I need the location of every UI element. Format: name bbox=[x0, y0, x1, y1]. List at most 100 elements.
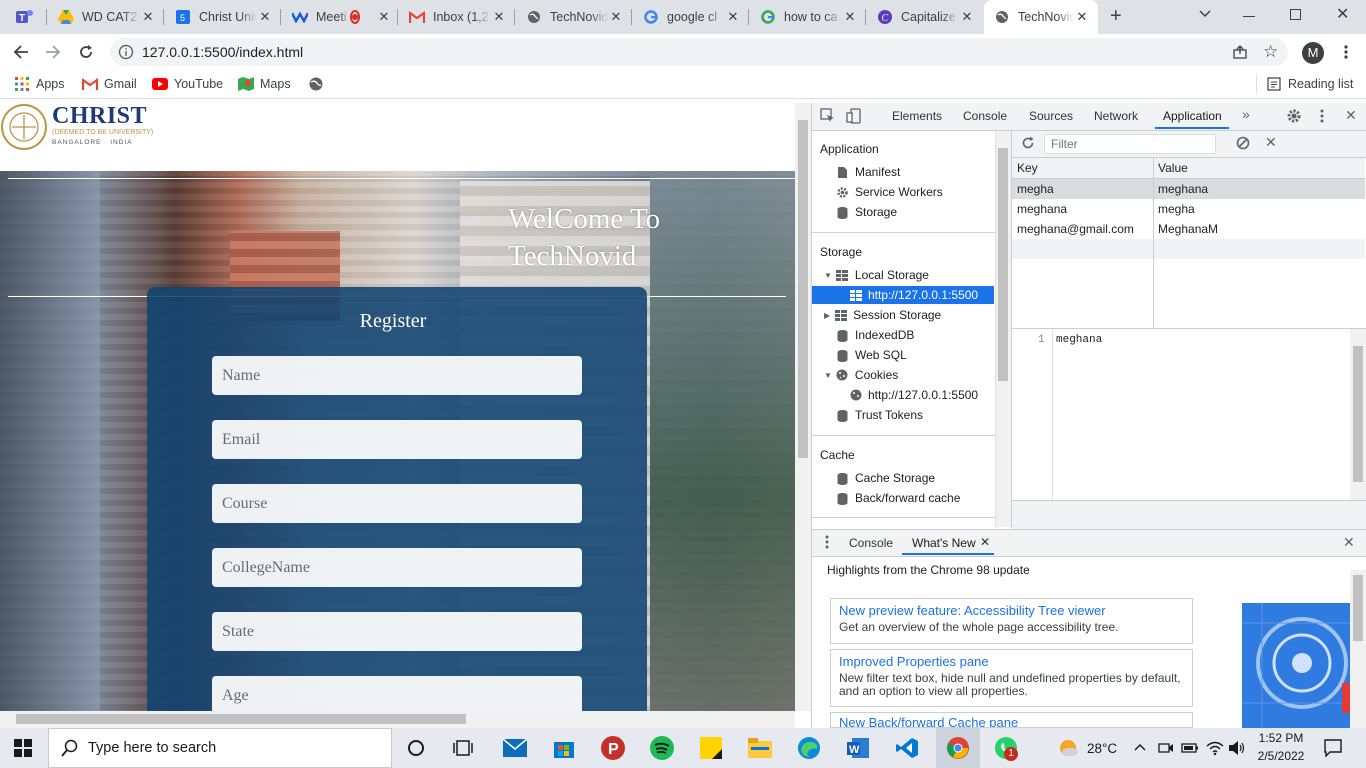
volume-icon[interactable] bbox=[1228, 740, 1246, 756]
close-tab-icon[interactable]: ✕ bbox=[1074, 9, 1090, 25]
tab-how-to-ca[interactable]: how to ca ✕ bbox=[750, 0, 866, 34]
devtools-tab-sources[interactable]: Sources bbox=[1029, 109, 1073, 123]
close-tab-icon[interactable]: ✕ bbox=[491, 9, 507, 25]
clock-date[interactable]: 2/5/2022 bbox=[1252, 749, 1310, 763]
weather-icon[interactable] bbox=[1058, 738, 1078, 758]
devtools-tab-application[interactable]: Application bbox=[1163, 109, 1222, 123]
sidebar-item-session-storage[interactable]: ▶ Session Storage bbox=[824, 308, 941, 322]
clock-time[interactable]: 1:52 PM bbox=[1256, 731, 1306, 745]
close-tab-icon[interactable]: ✕ bbox=[140, 9, 156, 25]
sticky-notes-icon[interactable] bbox=[698, 735, 724, 761]
battery-icon[interactable] bbox=[1181, 741, 1199, 755]
whats-new-card[interactable]: New preview feature: Accessibility Tree … bbox=[830, 598, 1193, 644]
vscode-icon[interactable] bbox=[894, 735, 920, 761]
name-field[interactable] bbox=[212, 356, 582, 395]
college-name-field[interactable] bbox=[212, 548, 582, 587]
close-tab-icon[interactable]: ✕ bbox=[842, 9, 858, 25]
column-header-value[interactable]: Value bbox=[1158, 161, 1188, 175]
bookmark-maps[interactable]: Maps bbox=[238, 76, 291, 92]
close-window-button[interactable]: ✕ bbox=[1336, 4, 1349, 24]
delete-selected-icon[interactable]: ✕ bbox=[1265, 134, 1277, 151]
close-tab-icon[interactable]: ✕ bbox=[608, 9, 624, 25]
sidebar-item-local-origin[interactable]: http://127.0.0.1:5500 bbox=[849, 288, 978, 302]
card-title-link[interactable]: New Back/forward Cache pane bbox=[839, 715, 1184, 727]
word-icon[interactable]: W bbox=[845, 735, 871, 761]
sidebar-item-cache-storage[interactable]: Cache Storage bbox=[836, 471, 935, 485]
device-toolbar-icon[interactable] bbox=[846, 108, 862, 124]
inspect-element-icon[interactable] bbox=[820, 108, 836, 124]
whats-new-card[interactable]: New Back/forward Cache pane bbox=[830, 712, 1193, 728]
close-tab-icon[interactable]: ✕ bbox=[376, 9, 392, 25]
close-tab-icon[interactable]: ✕ bbox=[257, 9, 273, 25]
spotify-icon[interactable] bbox=[649, 735, 675, 761]
wifi-icon[interactable] bbox=[1206, 740, 1224, 756]
mail-icon[interactable] bbox=[502, 735, 528, 761]
bookmark-youtube[interactable]: YouTube bbox=[152, 76, 223, 92]
course-field[interactable] bbox=[212, 484, 582, 523]
reload-button[interactable] bbox=[77, 43, 95, 61]
site-info-icon[interactable] bbox=[118, 44, 134, 60]
sidebar-item-manifest[interactable]: Manifest bbox=[836, 165, 900, 179]
file-explorer-icon[interactable] bbox=[747, 735, 773, 761]
tab-search-icon[interactable] bbox=[1198, 6, 1212, 20]
tab-inbox[interactable]: Inbox (1,2 ✕ bbox=[399, 0, 515, 34]
close-drawer-icon[interactable]: ✕ bbox=[1343, 534, 1355, 551]
more-tabs-icon[interactable]: » bbox=[1242, 106, 1250, 122]
devtools-tab-console[interactable]: Console bbox=[963, 109, 1007, 123]
drawer-tab-console[interactable]: Console bbox=[849, 536, 893, 550]
age-field[interactable] bbox=[212, 676, 582, 711]
tab-capitalize[interactable]: C Capitalize ✕ bbox=[867, 0, 983, 34]
show-hidden-icons-chevron-icon[interactable] bbox=[1133, 740, 1147, 754]
drawer-menu-icon[interactable] bbox=[825, 535, 829, 549]
forward-button[interactable] bbox=[44, 43, 62, 61]
windows-start-icon[interactable] bbox=[14, 739, 32, 757]
close-tab-icon[interactable]: ✕ bbox=[959, 9, 975, 25]
filter-input[interactable] bbox=[1044, 134, 1216, 154]
globe-icon[interactable] bbox=[308, 76, 324, 92]
new-tab-button[interactable]: + bbox=[1110, 6, 1130, 26]
chrome-update-thumbnail[interactable] bbox=[1242, 603, 1350, 728]
clear-all-icon[interactable] bbox=[1236, 136, 1250, 150]
card-title-link[interactable]: Improved Properties pane bbox=[839, 654, 1184, 669]
sidebar-item-trust-tokens[interactable]: Trust Tokens bbox=[836, 408, 923, 422]
sidebar-item-back-forward-cache[interactable]: Back/forward cache bbox=[836, 491, 960, 505]
preview-scroll-thumb[interactable] bbox=[1353, 346, 1363, 482]
task-view-icon[interactable] bbox=[450, 735, 476, 761]
tab-technovid[interactable]: TechNovid ✕ bbox=[516, 0, 632, 34]
url-text[interactable]: 127.0.0.1:5500/index.html bbox=[142, 44, 303, 60]
meet-now-icon[interactable] bbox=[1158, 740, 1174, 756]
edge-icon[interactable] bbox=[796, 735, 822, 761]
weather-temperature[interactable]: 28°C bbox=[1087, 741, 1117, 756]
bookmark-gmail[interactable]: Gmail bbox=[82, 76, 137, 92]
notifications-icon[interactable] bbox=[1324, 739, 1342, 757]
whats-new-card[interactable]: Improved Properties pane New filter text… bbox=[830, 649, 1193, 707]
tab-wd-cat2[interactable]: WD CAT2 ✕ bbox=[48, 0, 164, 34]
email-field[interactable] bbox=[212, 420, 582, 459]
sidebar-item-web-sql[interactable]: Web SQL bbox=[836, 348, 907, 362]
pinterest-app-icon[interactable]: P bbox=[600, 735, 626, 761]
table-row[interactable]: megha meghana bbox=[1012, 179, 1365, 199]
devtools-menu-icon[interactable] bbox=[1320, 109, 1324, 123]
sidebar-item-cookies[interactable]: ▼ Cookies bbox=[824, 368, 898, 382]
microsoft-store-icon[interactable] bbox=[551, 735, 577, 761]
sidebar-item-indexeddb[interactable]: IndexedDB bbox=[836, 328, 914, 342]
devtools-tab-elements[interactable]: Elements bbox=[892, 109, 942, 123]
state-field[interactable] bbox=[212, 612, 582, 651]
close-tab-icon[interactable]: ✕ bbox=[725, 9, 741, 25]
tab-technovid-active[interactable]: TechNovid ✕ bbox=[984, 0, 1098, 34]
cortana-icon[interactable] bbox=[403, 735, 429, 761]
sidebar-item-cookie-origin[interactable]: http://127.0.0.1:5500 bbox=[849, 388, 978, 402]
restore-button[interactable] bbox=[1290, 9, 1301, 20]
settings-gear-icon[interactable] bbox=[1286, 108, 1302, 124]
bookmark-star-icon[interactable]: ☆ bbox=[1263, 42, 1278, 62]
chrome-icon[interactable] bbox=[945, 735, 971, 761]
table-row[interactable]: meghana megha bbox=[1012, 199, 1365, 219]
card-title-link[interactable]: New preview feature: Accessibility Tree … bbox=[839, 603, 1184, 618]
share-icon[interactable] bbox=[1232, 44, 1248, 60]
teams-icon[interactable]: T bbox=[14, 8, 34, 26]
column-header-key[interactable]: Key bbox=[1017, 161, 1038, 175]
profile-avatar[interactable]: M bbox=[1302, 42, 1324, 64]
refresh-icon[interactable] bbox=[1021, 136, 1035, 150]
back-button[interactable] bbox=[12, 43, 30, 61]
page-vertical-scroll-thumb[interactable] bbox=[798, 120, 808, 458]
